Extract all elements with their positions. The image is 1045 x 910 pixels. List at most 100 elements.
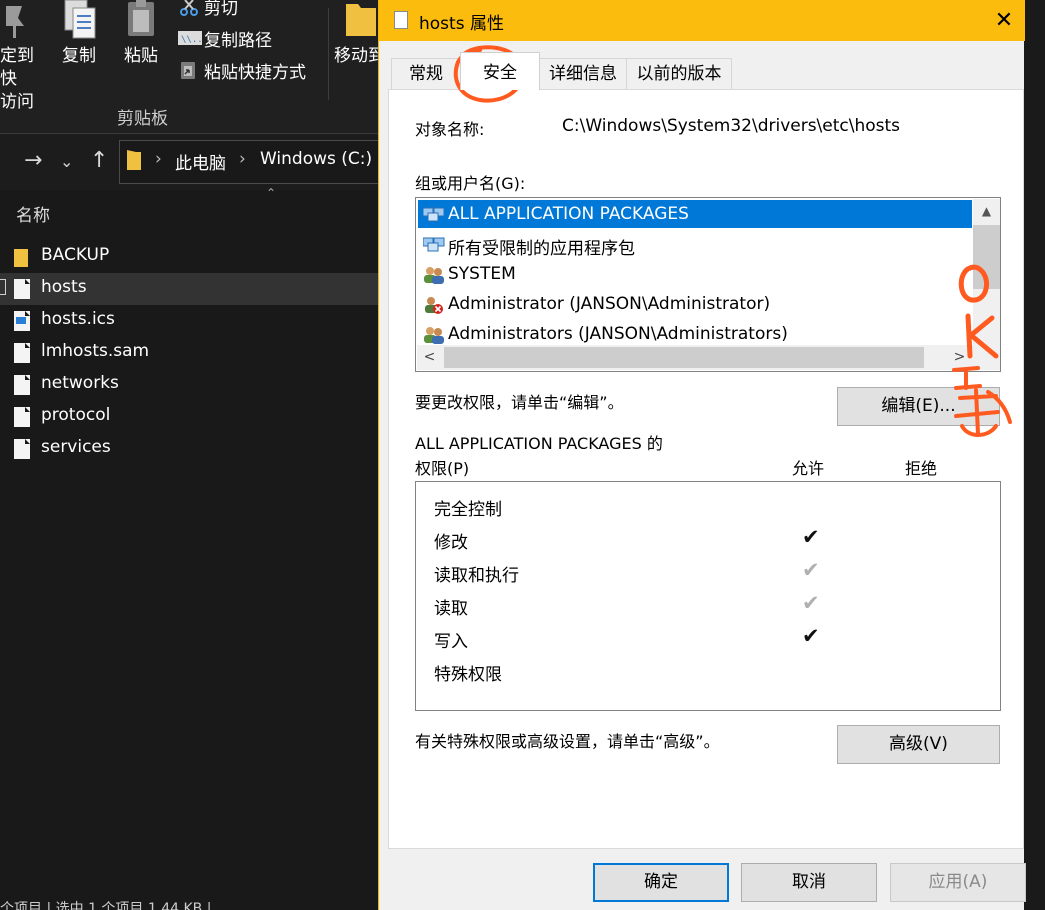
- group-name: Administrators (JANSON\Administrators): [448, 324, 788, 344]
- ok-button[interactable]: 确定: [593, 863, 729, 902]
- dialog-title-bar[interactable]: hosts 属性 ✕: [379, 0, 1025, 41]
- file-name: BACKUP: [41, 245, 110, 265]
- tab-previous-versions[interactable]: 以前的版本: [626, 58, 732, 89]
- permission-name: 完全控制: [434, 500, 502, 520]
- dialog-title: hosts 属性: [419, 14, 504, 34]
- permission-row: 读取 ✔: [416, 587, 1000, 620]
- up-icon[interactable]: ↑: [90, 148, 108, 173]
- edit-button[interactable]: 编辑(E)...: [837, 387, 1000, 426]
- permission-name: 写入: [434, 632, 468, 652]
- svg-text:\\..: \\..: [181, 35, 202, 45]
- users-group-icon: [423, 326, 445, 344]
- status-bar: 个项目 | 选中 1 个项目 1.44 KB |: [0, 901, 212, 910]
- scroll-thumb[interactable]: [444, 347, 924, 368]
- object-name-label: 对象名称:: [415, 120, 485, 139]
- file-icon: [14, 439, 30, 459]
- file-row[interactable]: networks: [0, 369, 378, 401]
- breadcrumb-sep-icon: ›: [239, 149, 246, 169]
- permission-row: 特殊权限: [416, 653, 1000, 686]
- permission-row: 读取和执行 ✔: [416, 554, 1000, 587]
- file-row[interactable]: services: [0, 433, 378, 465]
- list-item[interactable]: Administrators (JANSON\Administrators): [418, 320, 972, 348]
- file-name: networks: [41, 373, 119, 393]
- name-column-header[interactable]: 名称: [16, 201, 50, 226]
- pin-quick-access-button[interactable]: 定到快 访问: [0, 45, 50, 114]
- file-name: lmhosts.sam: [41, 341, 150, 361]
- horizontal-scrollbar[interactable]: < >: [417, 345, 1000, 370]
- explorer-ribbon: 定到快 访问 复制 粘贴 剪切 \\.. 复制路径 粘贴快捷方式 移动到 剪贴板: [0, 0, 378, 134]
- move-to-icon: [346, 0, 376, 40]
- tab-general[interactable]: 常规: [391, 58, 461, 89]
- file-row[interactable]: hosts.ics: [0, 305, 378, 337]
- vertical-scrollbar[interactable]: ▲: [973, 199, 1000, 345]
- app-packages-icon: [422, 236, 445, 252]
- permission-name: 读取: [434, 599, 468, 619]
- tab-security[interactable]: 安全: [460, 52, 540, 90]
- permission-row: 完全控制: [416, 488, 1000, 521]
- file-name: hosts.ics: [41, 309, 115, 329]
- folder-icon: [127, 150, 141, 174]
- copy-button[interactable]: 复制: [58, 45, 100, 68]
- list-item[interactable]: 所有受限制的应用程序包: [418, 230, 972, 259]
- permissions-list: 完全控制 修改 ✔ 读取和执行 ✔ 读取 ✔ 写入 ✔ 特殊权限: [415, 481, 1001, 711]
- recent-locations-icon[interactable]: ⌄: [60, 152, 73, 171]
- file-row[interactable]: protocol: [0, 401, 378, 433]
- users-group-icon: [423, 266, 445, 284]
- paste-shortcut-button[interactable]: 粘贴快捷方式: [204, 58, 306, 83]
- permission-row: 修改 ✔: [416, 521, 1000, 554]
- deny-column-header: 拒绝: [905, 459, 938, 478]
- list-item[interactable]: Administrator (JANSON\Administrator): [418, 290, 972, 318]
- scroll-thumb[interactable]: [973, 225, 1000, 289]
- group-name: Administrator (JANSON\Administrator): [448, 294, 771, 314]
- permission-name: 读取和执行: [434, 566, 519, 586]
- file-icon: [14, 375, 30, 395]
- permission-name: 修改: [434, 533, 468, 553]
- paste-icon: [126, 0, 158, 44]
- cancel-button[interactable]: 取消: [741, 863, 877, 902]
- user-disabled-icon: [423, 296, 445, 314]
- file-row-selected[interactable]: hosts: [0, 273, 378, 305]
- breadcrumb-sep-icon: ›: [155, 149, 162, 169]
- scroll-up-icon[interactable]: ▲: [973, 199, 1000, 223]
- copy-path-button[interactable]: 复制路径: [204, 26, 272, 51]
- paste-button[interactable]: 粘贴: [118, 45, 164, 68]
- list-item[interactable]: SYSTEM: [418, 260, 972, 288]
- file-row[interactable]: BACKUP: [0, 241, 378, 273]
- group-name: SYSTEM: [448, 264, 516, 284]
- file-icon: [14, 279, 30, 299]
- file-row[interactable]: lmhosts.sam: [0, 337, 378, 369]
- file-icon: [14, 343, 30, 363]
- breadcrumb-c-drive[interactable]: Windows (C:): [260, 149, 372, 169]
- move-to-button[interactable]: 移动到: [334, 45, 378, 68]
- cut-icon: [180, 0, 198, 20]
- apply-button[interactable]: 应用(A): [890, 863, 1026, 902]
- background-window-strip: [1024, 0, 1045, 910]
- breadcrumb-this-pc[interactable]: 此电脑: [175, 149, 226, 174]
- scroll-right-icon[interactable]: >: [947, 345, 972, 370]
- copy-icon: [62, 0, 98, 44]
- groups-label: 组或用户名(G):: [415, 174, 526, 193]
- folder-icon: [14, 249, 28, 267]
- check-icon: ✔: [802, 624, 820, 648]
- group-name: ALL APPLICATION PACKAGES: [448, 204, 689, 224]
- scroll-left-icon[interactable]: <: [417, 345, 442, 370]
- properties-dialog: hosts 属性 ✕ 常规 安全 详细信息 以前的版本 对象名称: C:\Win…: [378, 0, 1026, 910]
- paste-shortcut-icon: [180, 60, 196, 84]
- group-name: 所有受限制的应用程序包: [448, 239, 635, 259]
- cut-button[interactable]: 剪切: [204, 0, 238, 19]
- file-icon: [14, 407, 30, 427]
- group-user-list[interactable]: ALL APPLICATION PACKAGES 所有受限制的应用程序包 SYS…: [415, 197, 1001, 372]
- list-item[interactable]: ALL APPLICATION PACKAGES: [418, 200, 972, 228]
- close-icon[interactable]: ✕: [989, 6, 1019, 36]
- pin-icon: [2, 2, 28, 46]
- permission-row: 写入 ✔: [416, 620, 1000, 653]
- forward-icon[interactable]: →: [24, 148, 42, 173]
- row-checkbox[interactable]: [0, 279, 6, 295]
- file-list: BACKUP hosts hosts.ics lmhosts.sam netwo…: [0, 241, 378, 465]
- advanced-button[interactable]: 高级(V): [837, 725, 1000, 764]
- permissions-title: ALL APPLICATION PACKAGES 的: [415, 434, 663, 453]
- sort-caret-icon: ⌃: [266, 186, 277, 200]
- ribbon-separator: [328, 8, 329, 100]
- tab-details[interactable]: 详细信息: [539, 58, 627, 89]
- calendar-file-icon: [14, 311, 30, 331]
